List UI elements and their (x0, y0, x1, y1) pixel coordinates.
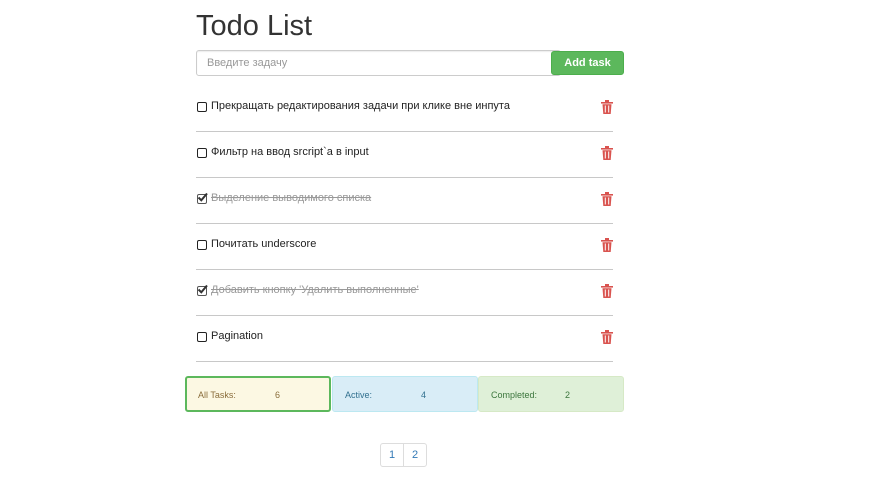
trash-icon[interactable] (601, 100, 613, 114)
filter-active[interactable]: Active: 4 (332, 376, 478, 412)
task-text[interactable]: Почитать underscore (211, 238, 316, 250)
checkbox-icon[interactable] (197, 332, 207, 342)
new-task-input[interactable] (196, 50, 561, 76)
add-task-button[interactable]: Add task (551, 51, 624, 75)
task-row: Выделение выводимого списка (196, 178, 613, 224)
filter-label: All Tasks: (198, 390, 236, 400)
task-row: Pagination (196, 316, 613, 362)
task-row: Почитать underscore (196, 224, 613, 270)
checkbox-icon[interactable] (197, 148, 207, 158)
page-title: Todo List (196, 10, 313, 42)
checkbox-checked-icon[interactable] (197, 192, 208, 204)
filter-completed[interactable]: Completed: 2 (478, 376, 624, 412)
task-list: Прекращать редактирования задачи при кли… (196, 86, 613, 362)
filter-count: 2 (565, 390, 571, 400)
filter-label: Active: (345, 390, 373, 400)
task-text[interactable]: Выделение выводимого списка (211, 192, 371, 204)
trash-icon[interactable] (601, 284, 613, 298)
filter-all-tasks[interactable]: All Tasks: 6 (185, 376, 331, 412)
page-link[interactable]: 2 (403, 443, 427, 467)
page-link[interactable]: 1 (380, 443, 404, 467)
trash-icon[interactable] (601, 238, 613, 252)
filter-count: 4 (421, 390, 427, 400)
checkbox-icon[interactable] (197, 240, 207, 250)
task-text[interactable]: Добавить кнопку 'Удалить выполненные' (211, 284, 419, 296)
task-row: Фильтр на ввод srcript`a в input (196, 132, 613, 178)
trash-icon[interactable] (601, 192, 613, 206)
task-row: Прекращать редактирования задачи при кли… (196, 86, 613, 132)
trash-icon[interactable] (601, 146, 613, 160)
filter-label: Completed: (491, 390, 538, 400)
task-row: Добавить кнопку 'Удалить выполненные' (196, 270, 613, 316)
pagination: 1 2 (380, 443, 427, 467)
task-text[interactable]: Фильтр на ввод srcript`a в input (211, 146, 369, 158)
task-text[interactable]: Pagination (211, 330, 263, 342)
checkbox-checked-icon[interactable] (197, 284, 208, 296)
task-text[interactable]: Прекращать редактирования задачи при кли… (211, 100, 510, 112)
filter-count: 6 (275, 390, 281, 400)
checkbox-icon[interactable] (197, 102, 207, 112)
filter-bar: All Tasks: 6 Active: 4 Completed: 2 (185, 376, 625, 412)
trash-icon[interactable] (601, 330, 613, 344)
